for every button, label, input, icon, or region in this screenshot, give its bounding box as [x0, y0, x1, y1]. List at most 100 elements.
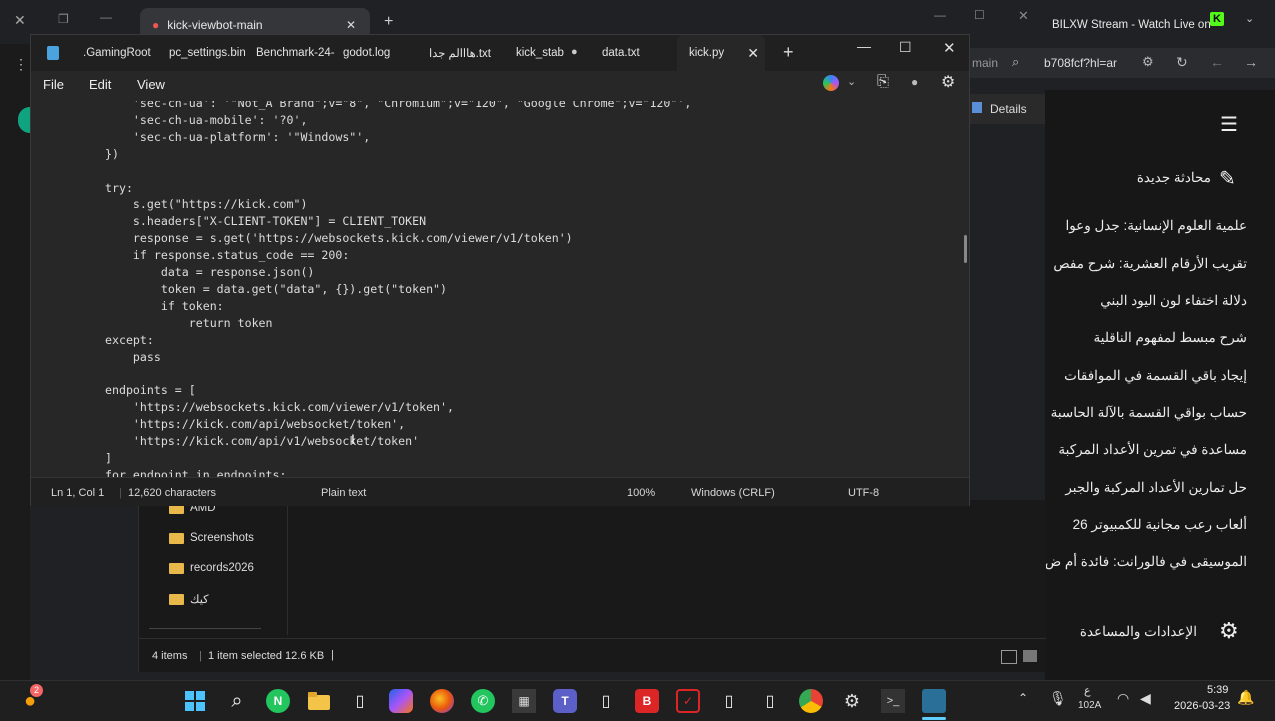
chat-history-item[interactable]: الموسيقى في فالورانت: فائدة أم ض	[1045, 554, 1247, 570]
window-minimize-icon[interactable]: —	[857, 38, 871, 54]
back-icon[interactable]: ←	[1210, 54, 1224, 70]
teams-icon[interactable]: T	[553, 689, 577, 713]
calculator-icon[interactable]: ▦	[512, 689, 536, 713]
language-indicator[interactable]: ع	[1084, 684, 1091, 697]
app-red-icon[interactable]: B	[635, 689, 659, 713]
file-explorer-icon[interactable]	[307, 689, 331, 713]
details-view-icon[interactable]	[1001, 650, 1017, 664]
chat-history-item[interactable]: علمية العلوم الإنسانية: جدل وعوا	[1065, 218, 1247, 234]
line-ending[interactable]: Windows (CRLF)	[691, 487, 775, 499]
tab-godot-log[interactable]: godot.log	[343, 35, 390, 71]
volume-icon[interactable]: ◀	[1140, 690, 1151, 707]
browser-tab-stream[interactable]: BILXW Stream - Watch Live on	[1040, 8, 1215, 42]
settings-help-label[interactable]: الإعدادات والمساعدة	[1080, 624, 1197, 640]
chat-history-item[interactable]: حساب بواقي القسمة بالآلة الحاسبة	[1051, 405, 1247, 421]
browser-maximize-icon[interactable]: ☐	[974, 8, 985, 22]
folder-item[interactable]: Screenshots	[169, 532, 254, 544]
tab-gamingroot[interactable]: .GamingRoot	[83, 35, 151, 71]
whatsapp-icon[interactable]: ✆	[471, 689, 495, 713]
copilot-icon[interactable]	[823, 75, 839, 91]
more-icon[interactable]: ⋮	[14, 56, 28, 73]
clock-time[interactable]: 5:39	[1207, 684, 1228, 696]
code-content[interactable]: 'sec-ch-ua': '"Not_A Brand";v="8", "Chro…	[105, 101, 691, 477]
browser-minimize-icon[interactable]: —	[934, 8, 946, 22]
chevron-down-icon[interactable]: ⌄	[847, 75, 856, 88]
search-icon[interactable]: ⌕	[225, 689, 249, 713]
menu-edit[interactable]: Edit	[89, 77, 111, 92]
wifi-icon[interactable]: ◠	[1117, 690, 1129, 707]
tab-kick-stab[interactable]: kick_stab	[516, 35, 564, 71]
search-icon[interactable]: ⌕	[1012, 54, 1019, 70]
file-type[interactable]: Plain text	[321, 487, 366, 499]
document-icon[interactable]: ▯	[758, 689, 782, 713]
document-icon[interactable]: ▯	[348, 689, 372, 713]
firefox-icon[interactable]	[430, 689, 454, 713]
scrollbar-track[interactable]	[149, 628, 261, 629]
browser-close-icon[interactable]: ✕	[1018, 8, 1029, 24]
folder-item[interactable]: records2026	[169, 562, 254, 574]
microphone-icon[interactable]: 🎙	[1049, 690, 1067, 707]
account-icon[interactable]: ●	[911, 75, 918, 89]
encoding[interactable]: UTF-8	[848, 487, 879, 499]
chat-history-item[interactable]: حل تمارين الأعداد المركبة والجبر	[1065, 480, 1247, 496]
menu-view[interactable]: View	[137, 77, 165, 92]
tab-close-icon[interactable]: ✕	[346, 18, 356, 32]
hamburger-menu-icon[interactable]: ☰	[1220, 112, 1238, 137]
chat-history-item[interactable]: إيجاد باقي القسمة في الموافقات	[1064, 368, 1247, 384]
new-tab-icon[interactable]: +	[384, 13, 393, 31]
code-editor[interactable]: 'sec-ch-ua': '"Not_A Brand";v="8", "Chro…	[31, 101, 969, 477]
copy-icon[interactable]: ❐	[58, 12, 69, 26]
chevron-up-icon[interactable]: ⌃	[1018, 691, 1028, 705]
document-icon[interactable]: ▯	[594, 689, 618, 713]
document-icon[interactable]: ▯	[717, 689, 741, 713]
menu-file[interactable]: File	[43, 77, 64, 92]
keyboard-layout[interactable]: 102A	[1078, 700, 1101, 711]
vivaldi-icon[interactable]: ✓	[676, 689, 700, 713]
tab-arabic-txt[interactable]: هااالم جدا.txt	[429, 35, 491, 71]
new-chat-icon[interactable]: ✎	[1219, 166, 1236, 191]
vertical-scrollbar[interactable]	[964, 235, 967, 263]
start-windows-icon[interactable]	[183, 689, 207, 713]
address-bar[interactable]: main ⌕ b708fcf?hl=ar ⚙ ↻ ← →	[960, 48, 1275, 78]
settings-icon[interactable]: ⚙	[941, 72, 955, 92]
chat-history-item[interactable]: شرح مبسط لمفهوم الناقلية	[1094, 330, 1247, 346]
notepad-taskbar-icon[interactable]	[922, 689, 946, 713]
tiles-view-icon[interactable]	[1023, 650, 1037, 662]
tab-close-icon[interactable]: ✕	[747, 45, 759, 62]
close-icon[interactable]: ✕	[14, 12, 26, 29]
left-strip: ⋮	[0, 44, 32, 680]
settings-gear-icon[interactable]: ⚙	[1219, 618, 1239, 644]
window-close-icon[interactable]: ✕	[943, 39, 956, 57]
tab-benchmark[interactable]: Benchmark-24-	[256, 35, 335, 71]
app-n-icon[interactable]: N	[266, 689, 290, 713]
tab-data-txt[interactable]: data.txt	[602, 35, 640, 71]
details-button[interactable]: Details	[966, 94, 1046, 124]
forward-icon[interactable]: →	[1244, 54, 1258, 70]
reload-icon[interactable]: ↻	[1176, 54, 1188, 71]
folder-item[interactable]: كيك	[169, 592, 209, 606]
tab-pc-settings[interactable]: pc_settings.bin	[169, 35, 246, 71]
notification-bell-icon[interactable]: 🔔	[1237, 689, 1254, 706]
chat-history-item[interactable]: تقريب الأرقام العشرية: شرح مفص	[1053, 256, 1247, 272]
chrome-icon[interactable]	[799, 689, 823, 713]
tab-kick-py[interactable]: kick.py ✕	[677, 35, 765, 71]
unsaved-dot-icon: ●	[571, 46, 578, 58]
share-icon[interactable]: ⎘	[877, 73, 889, 90]
terminal-icon[interactable]: >_	[881, 689, 905, 713]
new-tab-icon[interactable]: +	[783, 42, 794, 63]
tab-list-icon[interactable]: ⌄	[1245, 12, 1254, 25]
chat-history-item[interactable]: مساعدة في تمرين الأعداد المركبة	[1058, 442, 1247, 458]
window-maximize-icon[interactable]: ☐	[899, 39, 912, 56]
zoom-level[interactable]: 100%	[627, 487, 655, 499]
new-chat-label[interactable]: محادثة جديدة	[1137, 170, 1211, 186]
chat-history-item[interactable]: ألعاب رعب مجانية للكمبيوتر 26	[1073, 517, 1247, 533]
clock-date[interactable]: 2026-03-23	[1174, 700, 1230, 712]
folder-icon	[169, 532, 184, 544]
site-settings-icon[interactable]: ⚙	[1142, 54, 1154, 70]
text-cursor-icon: I	[351, 431, 355, 447]
minimize-icon[interactable]: —	[100, 10, 112, 24]
chat-history-item[interactable]: دلالة اختفاء لون اليود البني	[1100, 293, 1247, 309]
copilot-app-icon[interactable]	[389, 689, 413, 713]
steam-icon[interactable]: ⚙	[840, 689, 864, 713]
cursor-position: Ln 1, Col 1	[51, 487, 105, 499]
